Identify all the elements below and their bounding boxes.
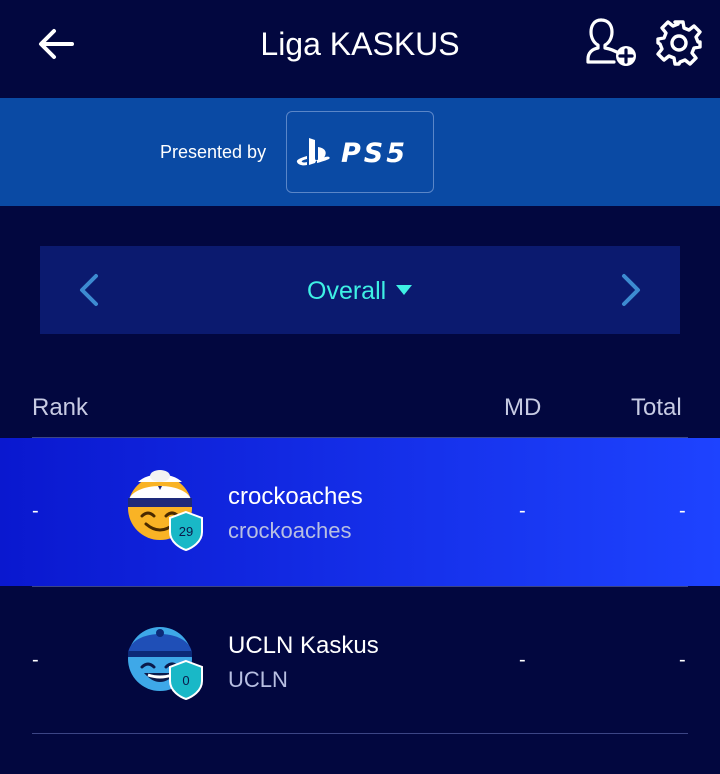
column-header-total[interactable]: Total xyxy=(631,394,682,422)
table-row[interactable]: - 29 crockoaches crockoaches - - xyxy=(0,438,720,586)
chevron-left-icon[interactable] xyxy=(74,272,106,308)
manager-name: crockoaches xyxy=(228,483,363,510)
avatar: 0 xyxy=(128,627,203,701)
round-selector: Overall xyxy=(40,246,680,334)
level-badge: 0 xyxy=(182,673,189,688)
column-header-rank[interactable]: Rank xyxy=(32,394,88,422)
table-row[interactable]: - 0 UCLN Kaskus UCLN - - xyxy=(0,587,720,735)
gear-icon[interactable] xyxy=(654,18,704,68)
ps5-logo-text: PS5 xyxy=(341,138,408,168)
playstation-logo-icon: PS5 xyxy=(296,138,408,168)
avatar: 29 xyxy=(128,470,203,552)
add-user-icon[interactable] xyxy=(584,16,640,68)
rank-value: - xyxy=(32,649,39,671)
total-value: - xyxy=(679,500,686,522)
team-name: crockoaches xyxy=(228,518,352,543)
caret-down-icon[interactable] xyxy=(395,284,413,296)
round-dropdown[interactable]: Overall xyxy=(307,277,386,306)
rank-value: - xyxy=(32,500,39,522)
team-name: UCLN xyxy=(228,667,288,692)
manager-name: UCLN Kaskus xyxy=(228,632,379,659)
presented-by-label: Presented by xyxy=(160,142,267,162)
sponsor-banner: Presented by PS5 xyxy=(0,98,720,206)
md-value: - xyxy=(519,500,526,522)
level-badge: 29 xyxy=(179,524,193,539)
sponsor-logo-box[interactable]: PS5 xyxy=(286,111,434,193)
total-value: - xyxy=(679,649,686,671)
chevron-right-icon[interactable] xyxy=(614,272,646,308)
table-divider xyxy=(32,733,688,734)
column-header-md[interactable]: MD xyxy=(504,394,541,422)
app-header: Liga KASKUS xyxy=(0,0,720,98)
md-value: - xyxy=(519,649,526,671)
